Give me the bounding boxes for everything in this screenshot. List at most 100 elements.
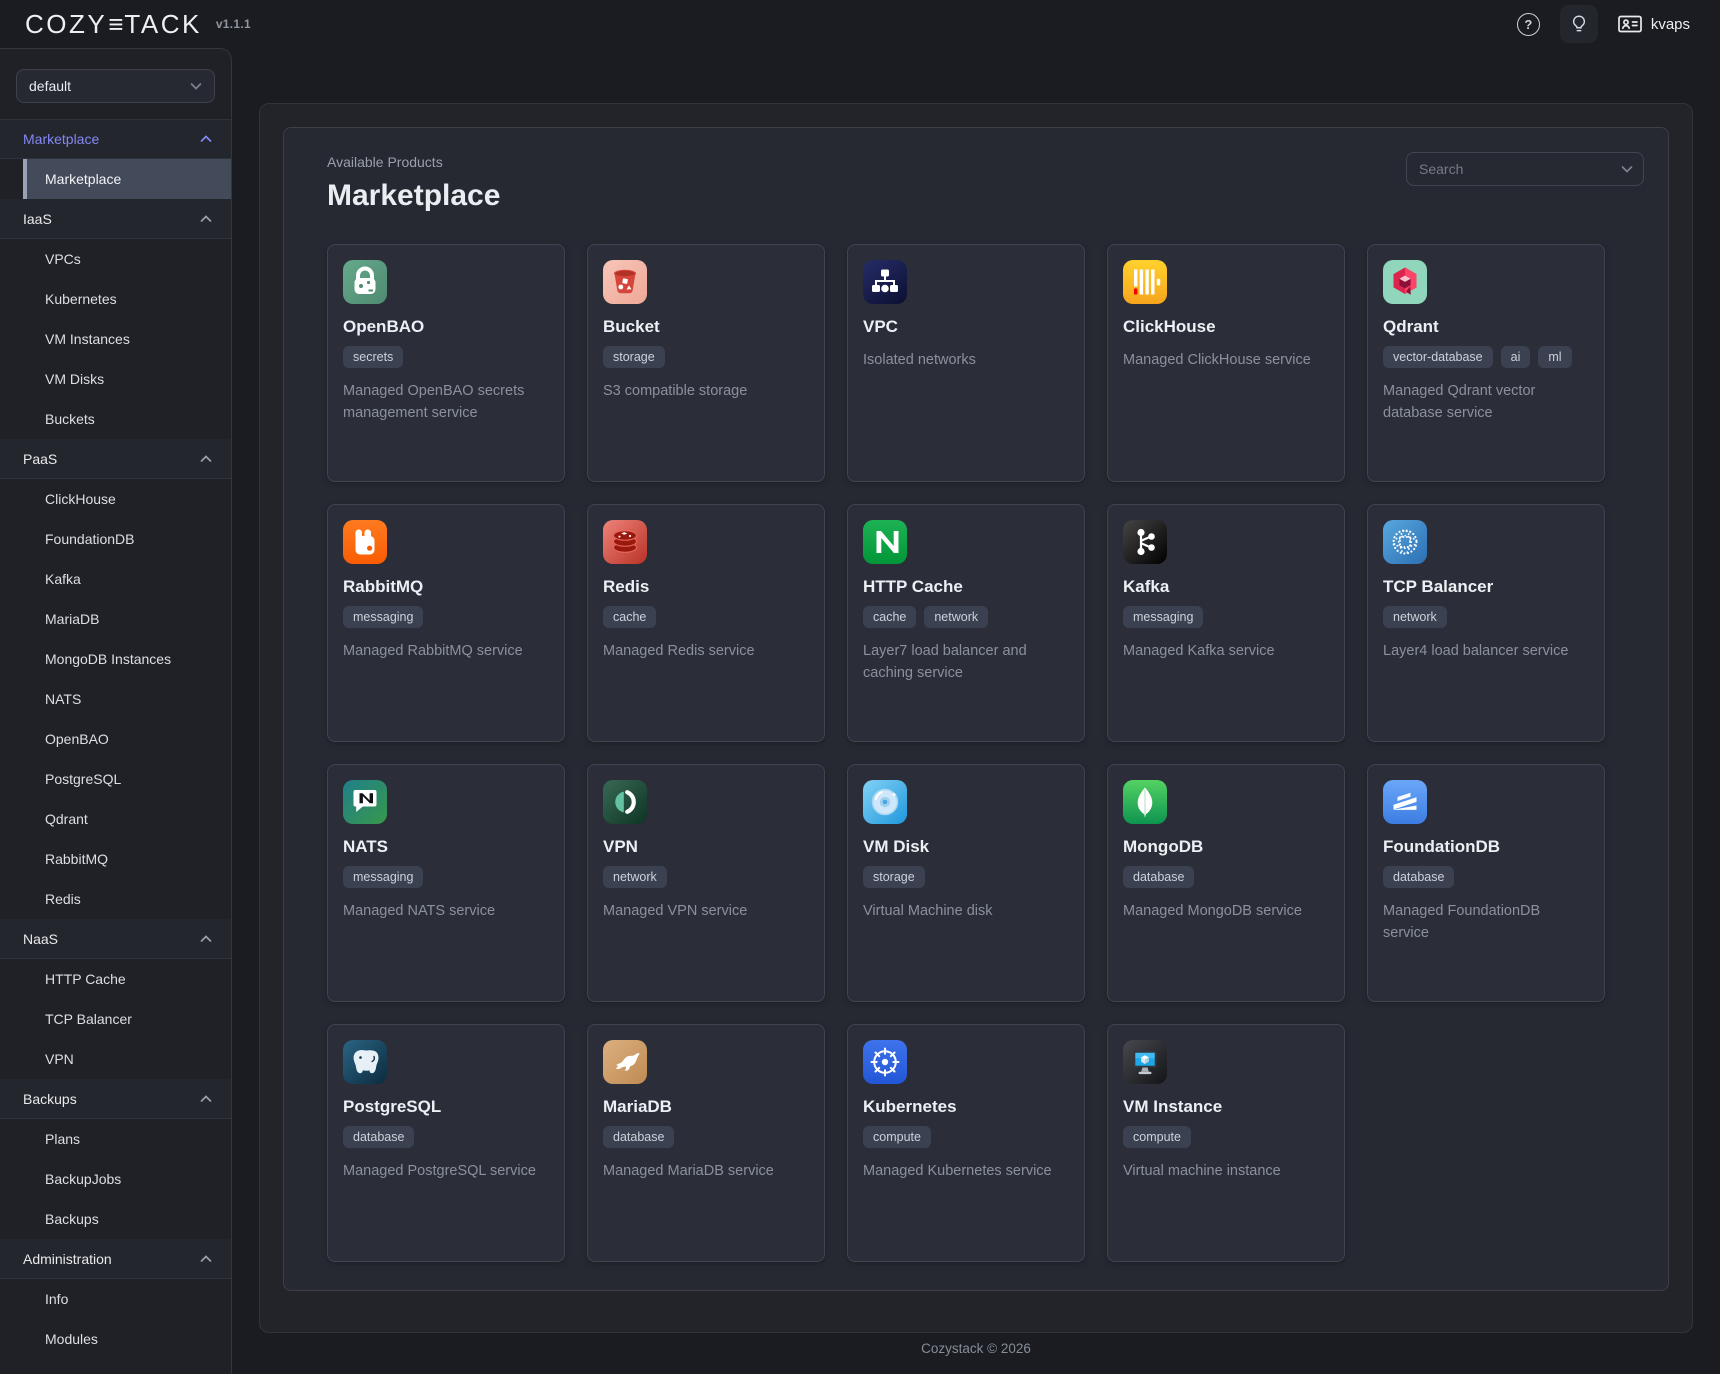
sidebar-item-foundationdb[interactable]: FoundationDB [0, 519, 231, 559]
product-card-clickhouse[interactable]: ClickHouseManaged ClickHouse service [1107, 244, 1345, 482]
product-card-vm-disk[interactable]: VM Disk storage Virtual Machine disk [847, 764, 1085, 1002]
sidebar-item-plans[interactable]: Plans [0, 1119, 231, 1159]
logo-text-suffix: TACK [124, 9, 201, 40]
product-tag-cache: cache [603, 606, 656, 628]
product-grid: OpenBAOsecretsManaged OpenBAO secrets ma… [306, 244, 1646, 1262]
sidebar-item-info[interactable]: Info [0, 1279, 231, 1319]
sidebar-item-http-cache[interactable]: HTTP Cache [0, 959, 231, 999]
product-card-vpc[interactable]: VPCIsolated networks [847, 244, 1085, 482]
theme-toggle-button[interactable] [1560, 5, 1598, 43]
product-tag-network: network [1383, 606, 1447, 628]
product-card-mariadb[interactable]: MariaDBdatabaseManaged MariaDB service [587, 1024, 825, 1262]
sidebar-item-qdrant[interactable]: Qdrant [0, 799, 231, 839]
product-description: Virtual Machine disk [863, 900, 1069, 922]
sidebar-item-tcp-balancer[interactable]: TCP Balancer [0, 999, 231, 1039]
sidebar-section-header-backups[interactable]: Backups [0, 1079, 231, 1119]
sidebar-item-vm-disks[interactable]: VM Disks [0, 359, 231, 399]
sidebar-item-vm-instances[interactable]: VM Instances [0, 319, 231, 359]
sidebar-item-mariadb[interactable]: MariaDB [0, 599, 231, 639]
sidebar-item-marketplace[interactable]: Marketplace [23, 159, 231, 199]
product-name: VM Disk [863, 837, 1069, 857]
product-tags: network [1383, 606, 1589, 628]
user-menu[interactable]: kvaps [1618, 15, 1690, 33]
sidebar-section-header-marketplace[interactable]: Marketplace [0, 119, 231, 159]
product-description: Managed ClickHouse service [1123, 349, 1329, 371]
sidebar-section-header-paas[interactable]: PaaS [0, 439, 231, 479]
product-card-postgresql[interactable]: PostgreSQLdatabaseManaged PostgreSQL ser… [327, 1024, 565, 1262]
sidebar-item-postgresql[interactable]: PostgreSQL [0, 759, 231, 799]
product-card-bucket[interactable]: BucketstorageS3 compatible storage [587, 244, 825, 482]
sidebar-section-header-administration[interactable]: Administration [0, 1239, 231, 1279]
product-tag-vector-database: vector-database [1383, 346, 1493, 368]
product-tags: storage [863, 866, 1069, 888]
sidebar-item-mongodb-instances[interactable]: MongoDB Instances [0, 639, 231, 679]
lightbulb-icon [1571, 15, 1587, 33]
product-name: FoundationDB [1383, 837, 1589, 857]
sidebar-item-vpn[interactable]: VPN [0, 1039, 231, 1079]
sidebar-item-modules[interactable]: Modules [0, 1319, 231, 1359]
product-tag-secrets: secrets [343, 346, 403, 368]
product-card-openbao[interactable]: OpenBAOsecretsManaged OpenBAO secrets ma… [327, 244, 565, 482]
product-card-vpn[interactable]: VPNnetworkManaged VPN service [587, 764, 825, 1002]
product-card-qdrant[interactable]: Qdrantvector-databaseaimlManaged Qdrant … [1367, 244, 1605, 482]
sidebar-item-redis[interactable]: Redis [0, 879, 231, 919]
sidebar-section-label: Backups [23, 1091, 77, 1107]
product-tag-network: network [924, 606, 988, 628]
product-card-tcp-balancer[interactable]: TCP BalancernetworkLayer4 load balancer … [1367, 504, 1605, 742]
product-card-foundationdb[interactable]: FoundationDBdatabaseManaged FoundationDB… [1367, 764, 1605, 1002]
product-description: Layer7 load balancer and caching service [863, 640, 1069, 684]
search-input[interactable] [1407, 161, 1621, 177]
sidebar-section-label: IaaS [23, 211, 52, 227]
sidebar-section-administration: Administration InfoModules [0, 1239, 231, 1359]
product-description: Managed PostgreSQL service [343, 1160, 549, 1182]
product-tag-database: database [603, 1126, 674, 1148]
sidebar-section-backups: BackupsPlansBackupJobsBackups [0, 1079, 231, 1239]
network-tree-icon [863, 260, 907, 304]
sidebar-item-backups[interactable]: Backups [0, 1199, 231, 1239]
product-tag-database: database [1123, 866, 1194, 888]
sidebar-item-backupjobs[interactable]: BackupJobs [0, 1159, 231, 1199]
product-card-mongodb[interactable]: MongoDBdatabaseManaged MongoDB service [1107, 764, 1345, 1002]
sidebar-item-vpcs[interactable]: VPCs [0, 239, 231, 279]
kubernetes-wheel-icon [863, 1040, 907, 1084]
namespace-select[interactable]: default [16, 69, 215, 103]
sidebar-item-kafka[interactable]: Kafka [0, 559, 231, 599]
product-tags: database [1383, 866, 1589, 888]
sidebar-item-rabbitmq[interactable]: RabbitMQ [0, 839, 231, 879]
bucket-icon [603, 260, 647, 304]
product-card-kubernetes[interactable]: KubernetescomputeManaged Kubernetes serv… [847, 1024, 1085, 1262]
product-tags: database [603, 1126, 809, 1148]
chevron-up-icon [200, 455, 212, 463]
product-card-kafka[interactable]: KafkamessagingManaged Kafka service [1107, 504, 1345, 742]
product-tag-messaging: messaging [343, 866, 423, 888]
sidebar-item-buckets[interactable]: Buckets [0, 399, 231, 439]
product-name: MariaDB [603, 1097, 809, 1117]
product-tag-messaging: messaging [1123, 606, 1203, 628]
chevron-up-icon [200, 935, 212, 943]
product-card-vm-instance[interactable]: VM InstancecomputeVirtual machine instan… [1107, 1024, 1345, 1262]
foundationdb-icon [1383, 780, 1427, 824]
sidebar-item-openbao[interactable]: OpenBAO [0, 719, 231, 759]
namespace-select-value: default [29, 78, 71, 94]
product-card-rabbitmq[interactable]: RabbitMQmessagingManaged RabbitMQ servic… [327, 504, 565, 742]
product-tag-database: database [1383, 866, 1454, 888]
sidebar-section-label: Administration [23, 1251, 112, 1267]
product-tag-database: database [343, 1126, 414, 1148]
product-name: VPN [603, 837, 809, 857]
mongodb-leaf-icon [1123, 780, 1167, 824]
product-description: Managed VPN service [603, 900, 809, 922]
clickhouse-bars-icon [1123, 260, 1167, 304]
product-card-http-cache[interactable]: HTTP CachecachenetworkLayer7 load balanc… [847, 504, 1085, 742]
product-card-redis[interactable]: RediscacheManaged Redis service [587, 504, 825, 742]
sidebar-section-header-iaas[interactable]: IaaS [0, 199, 231, 239]
product-tags: cachenetwork [863, 606, 1069, 628]
disk-icon [863, 780, 907, 824]
sidebar-item-nats[interactable]: NATS [0, 679, 231, 719]
product-description: S3 compatible storage [603, 380, 809, 402]
kafka-icon [1123, 520, 1167, 564]
help-button[interactable]: ? [1517, 13, 1540, 36]
sidebar-item-kubernetes[interactable]: Kubernetes [0, 279, 231, 319]
sidebar-item-clickhouse[interactable]: ClickHouse [0, 479, 231, 519]
product-card-nats[interactable]: NATSmessagingManaged NATS service [327, 764, 565, 1002]
sidebar-section-header-naas[interactable]: NaaS [0, 919, 231, 959]
